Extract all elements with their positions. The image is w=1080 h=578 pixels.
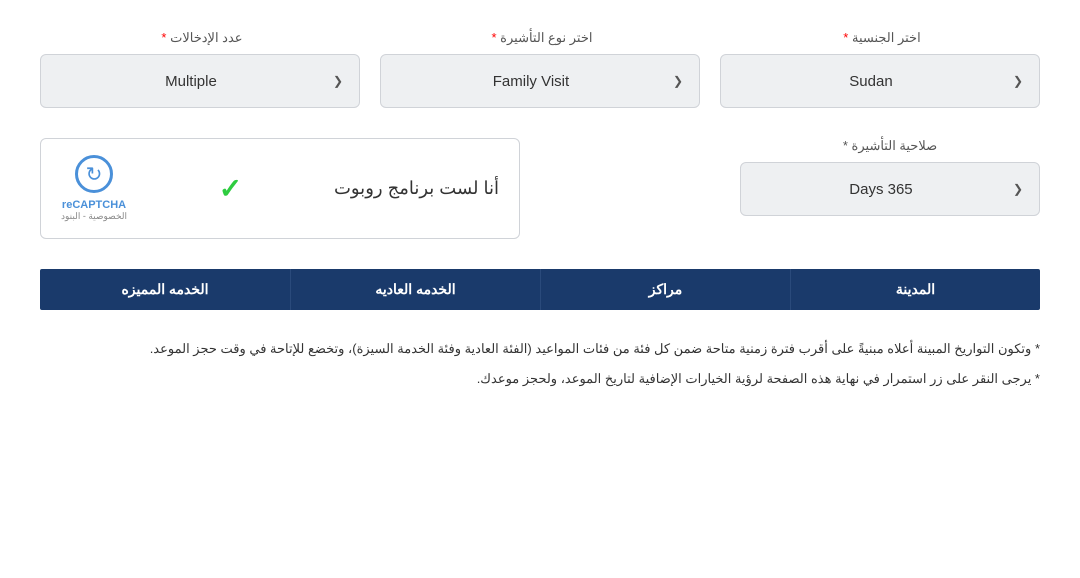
- visa-type-dropdown[interactable]: ❮ Family Visit: [380, 54, 700, 108]
- table-header: المدينة مراكز الخدمه العاديه الخدمه المم…: [40, 269, 1040, 310]
- nationality-label: اختر الجنسية *: [720, 30, 1040, 46]
- nationality-dropdown[interactable]: ❮ Sudan: [720, 54, 1040, 108]
- entries-label: عدد الإدخالات *: [40, 30, 360, 46]
- entries-chevron-icon: ❮: [333, 74, 343, 88]
- captcha-brand-name: reCAPTCHA: [62, 199, 126, 211]
- visa-type-required-star: *: [491, 30, 496, 45]
- validity-group: صلاحية التأشيرة * ❮ Days 365: [740, 138, 1040, 216]
- validity-label: صلاحية التأشيرة *: [740, 138, 1040, 154]
- entries-dropdown[interactable]: ❮ Multiple: [40, 54, 360, 108]
- middle-row: صلاحية التأشيرة * ❮ Days 365 أنا لست برن…: [40, 138, 1040, 239]
- captcha-reload-icon: [75, 155, 113, 193]
- table-container: المدينة مراكز الخدمه العاديه الخدمه المم…: [40, 269, 1040, 310]
- validity-dropdown[interactable]: ❮ Days 365: [740, 162, 1040, 216]
- validity-value: Days 365: [757, 181, 1005, 198]
- nationality-value: Sudan: [737, 73, 1005, 90]
- captcha-text: أنا لست برنامج روبوت: [334, 178, 499, 199]
- entries-value: Multiple: [57, 73, 325, 90]
- visa-type-chevron-icon: ❮: [673, 74, 683, 88]
- notes-section: * وتكون التواريخ المبينة أعلاه مبنيةً عل…: [40, 326, 1040, 406]
- table-header-centers: مراكز: [540, 269, 790, 310]
- table-header-premium-service: الخدمه المميزه: [40, 269, 290, 310]
- nationality-required-star: *: [843, 30, 848, 45]
- validity-required-star: *: [843, 138, 848, 153]
- captcha-container[interactable]: أنا لست برنامج روبوت ✓ reCAPTCHA الخصوصي…: [40, 138, 520, 239]
- page-container: اختر الجنسية * ❮ Sudan اختر نوع التأشيرة…: [0, 0, 1080, 426]
- nationality-group: اختر الجنسية * ❮ Sudan: [720, 30, 1040, 108]
- captcha-brand: reCAPTCHA الخصوصية - البنود: [61, 155, 127, 222]
- validity-chevron-icon: ❮: [1013, 182, 1023, 196]
- table-header-city: المدينة: [790, 269, 1040, 310]
- captcha-brand-sub: الخصوصية - البنود: [61, 211, 127, 222]
- visa-type-value: Family Visit: [397, 73, 665, 90]
- note-1: * وتكون التواريخ المبينة أعلاه مبنيةً عل…: [40, 336, 1040, 362]
- entries-group: عدد الإدخالات * ❮ Multiple: [40, 30, 360, 108]
- visa-type-label: اختر نوع التأشيرة *: [380, 30, 700, 46]
- captcha-check-icon: ✓: [219, 172, 242, 205]
- table-header-normal-service: الخدمه العاديه: [290, 269, 540, 310]
- entries-required-star: *: [161, 30, 166, 45]
- visa-type-group: اختر نوع التأشيرة * ❮ Family Visit: [380, 30, 700, 108]
- nationality-chevron-icon: ❮: [1013, 74, 1023, 88]
- note-2: * يرجى النقر على زر استمرار في نهاية هذه…: [40, 366, 1040, 392]
- dropdowns-row: اختر الجنسية * ❮ Sudan اختر نوع التأشيرة…: [40, 30, 1040, 108]
